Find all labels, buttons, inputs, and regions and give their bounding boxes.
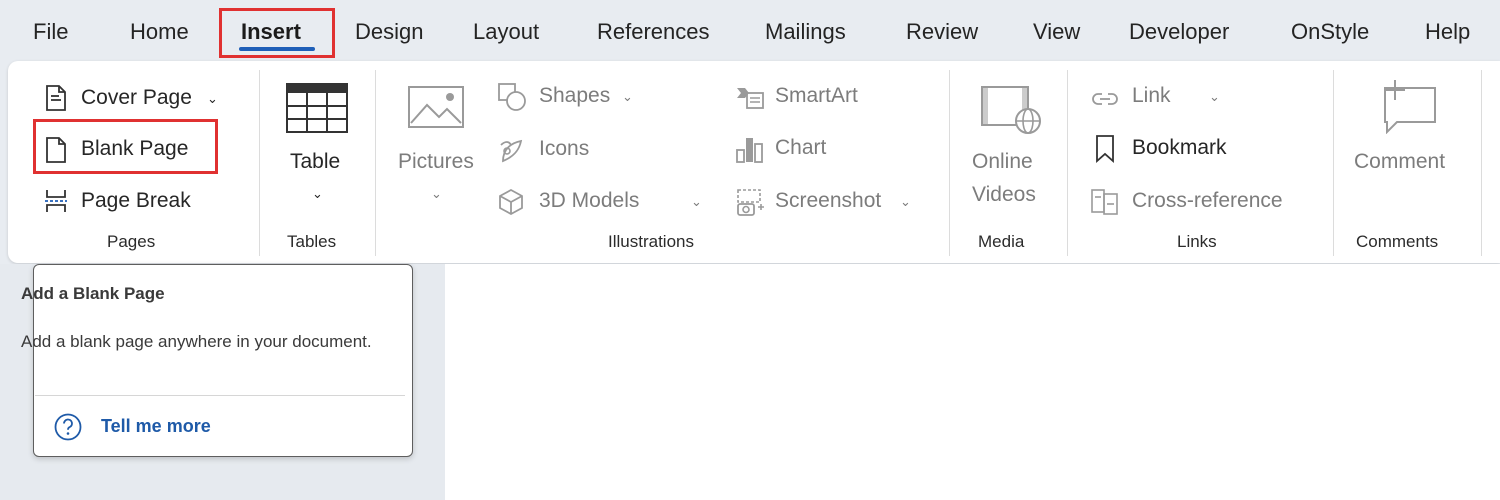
comment-icon — [1384, 80, 1436, 134]
table-label: Table — [290, 150, 341, 173]
chart-icon — [736, 138, 763, 163]
chevron-down-icon: ⌄ — [431, 186, 442, 201]
tooltip-divider — [35, 395, 405, 396]
document-canvas[interactable] — [445, 264, 1500, 500]
tab-references[interactable]: References — [597, 14, 710, 50]
screenshot-label: Screenshot — [775, 189, 882, 212]
tab-layout[interactable]: Layout — [473, 14, 539, 50]
bookmark-icon — [1096, 135, 1114, 163]
group-separator — [949, 70, 950, 256]
chevron-down-icon: ⌄ — [691, 194, 702, 209]
chevron-down-icon: ⌄ — [207, 91, 218, 106]
online-label: Online — [972, 150, 1033, 173]
shapes-icon — [498, 83, 526, 111]
group-separator — [1333, 70, 1334, 256]
page-break-icon — [45, 190, 67, 212]
page-break-label: Page Break — [81, 189, 191, 212]
comment-label: Comment — [1354, 150, 1446, 173]
media-group-label: Media — [978, 232, 1025, 251]
smartart-label: SmartArt — [775, 84, 858, 107]
cross-reference-icon — [1091, 189, 1118, 215]
cover-page-icon — [46, 85, 66, 111]
pages-group-label: Pages — [107, 232, 156, 251]
smartart-icon — [737, 88, 764, 109]
illustrations-group-label: Illustrations — [608, 232, 694, 251]
link-label: Link — [1132, 84, 1171, 107]
tab-design[interactable]: Design — [355, 14, 423, 50]
tables-group-label: Tables — [287, 232, 337, 251]
tell-me-more-link[interactable]: Tell me more — [101, 416, 211, 437]
tab-onstyle[interactable]: OnStyle — [1291, 14, 1369, 50]
chevron-down-icon: ⌄ — [1209, 89, 1220, 104]
screenshot-icon — [737, 189, 764, 216]
cross-reference-label: Cross-reference — [1132, 189, 1283, 212]
3d-model-icon — [499, 188, 523, 216]
icons-label: Icons — [539, 137, 590, 160]
comments-group-label: Comments — [1356, 232, 1439, 251]
tooltip-title: Add a Blank Page — [21, 284, 165, 303]
tab-review[interactable]: Review — [906, 14, 978, 50]
tab-file[interactable]: File — [33, 14, 68, 50]
group-separator — [1067, 70, 1068, 256]
icons-icon — [500, 139, 523, 163]
tooltip-body: Add a blank page anywhere in your docume… — [21, 332, 372, 351]
link-icon — [1092, 93, 1118, 105]
3d-models-label: 3D Models — [539, 189, 640, 212]
links-group-label: Links — [1177, 232, 1217, 251]
cover-page-label: Cover Page — [81, 86, 192, 109]
help-icon[interactable] — [53, 412, 83, 442]
group-separator — [1481, 70, 1482, 256]
blank-page-highlight — [33, 119, 218, 174]
shapes-label: Shapes — [539, 84, 611, 107]
tab-home[interactable]: Home — [130, 14, 189, 50]
insert-tab-highlight — [219, 8, 335, 58]
group-separator — [375, 70, 376, 256]
bookmark-label: Bookmark — [1132, 136, 1227, 159]
tab-help[interactable]: Help — [1425, 14, 1470, 50]
pictures-label: Pictures — [398, 150, 474, 173]
pictures-icon — [408, 86, 464, 128]
tab-developer[interactable]: Developer — [1129, 14, 1229, 50]
table-icon — [286, 83, 348, 133]
tab-view[interactable]: View — [1033, 14, 1080, 50]
chevron-down-icon: ⌄ — [312, 186, 323, 201]
videos-label: Videos — [972, 183, 1036, 206]
chevron-down-icon: ⌄ — [900, 194, 911, 209]
online-video-icon — [981, 86, 1041, 134]
chevron-down-icon: ⌄ — [622, 89, 633, 104]
chart-label: Chart — [775, 136, 827, 159]
tab-mailings[interactable]: Mailings — [765, 14, 846, 50]
group-separator — [259, 70, 260, 256]
